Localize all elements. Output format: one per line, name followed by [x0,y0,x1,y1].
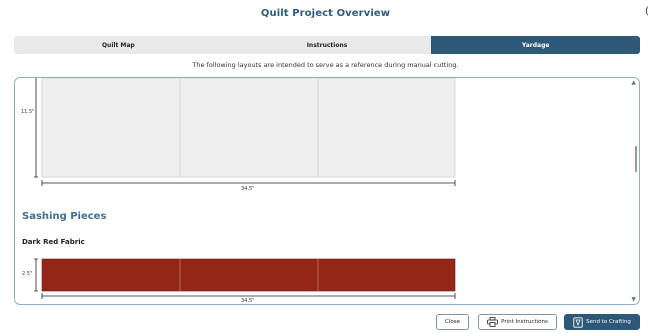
fabric-name: Dark Red Fabric [22,238,85,246]
scroll-down-icon[interactable]: ▼ [631,296,636,303]
print-instructions-label: Print Instructions [501,319,548,325]
cutting-notice: The following layouts are intended to se… [192,61,459,69]
tab-bar: Quilt Map Instructions Yardage [14,36,640,54]
yardage-panel[interactable]: ▲ 11.5" 34.5" Sashing Pieces Dark Red Fa… [14,77,640,305]
tab-instructions[interactable]: Instructions [223,36,432,54]
page-title: Quilt Project Overview [260,8,391,19]
send-to-crafting-label: Send to Crafting [586,319,631,325]
tab-yardage[interactable]: Yardage [431,36,640,54]
send-to-crafting-button[interactable]: Send to Crafting [564,314,640,330]
section-title-sashing: Sashing Pieces [22,211,107,222]
top-block-width-label: 34.5" [241,186,255,192]
printer-icon [487,317,499,327]
corner-glyph: ( [645,6,649,17]
print-instructions-button[interactable]: Print Instructions [478,314,557,330]
tab-quilt-map[interactable]: Quilt Map [14,36,223,54]
send-to-machine-icon [573,316,583,328]
sashing-fabric [41,258,456,292]
top-block-height-label: 11.5" [21,109,35,115]
top-block-fabric [41,78,456,178]
sashing-height-label: 2.5" [22,271,33,277]
close-button[interactable]: Close [436,314,469,330]
top-block-layout [34,78,456,299]
sashing-width-label: 34.5" [241,298,255,304]
close-button-label: Close [445,319,460,325]
